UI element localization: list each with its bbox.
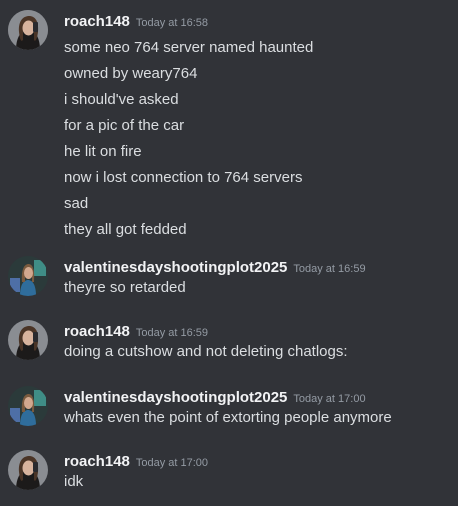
timestamp: Today at 16:58 [135, 17, 209, 29]
timestamp: Today at 16:59 [293, 263, 366, 275]
message-text: some neo 764 server named haunted [64, 39, 314, 56]
valentines-avatar-icon [8, 256, 48, 296]
timestamp: Today at 17:00 [135, 457, 209, 469]
username[interactable]: roach148 [64, 453, 130, 470]
message-text: whats even the point of extorting people… [64, 409, 392, 426]
avatar[interactable] [8, 450, 48, 490]
message-text: he lit on fire [64, 143, 142, 160]
avatar[interactable] [8, 10, 48, 50]
message-content: some neo 764 server named haunted owned … [64, 38, 450, 246]
avatar[interactable] [8, 320, 48, 360]
avatar[interactable] [8, 256, 48, 296]
message-content: theyre so retarded [64, 278, 450, 304]
message-text: idk [64, 473, 84, 490]
message-content: whats even the point of extorting people… [64, 408, 450, 434]
message-header: valentinesdayshootingplot2025 Today at 17… [64, 388, 366, 409]
valentines-avatar-icon [8, 386, 48, 426]
message-text: for a pic of the car [64, 117, 185, 134]
username[interactable]: roach148 [64, 323, 130, 340]
timestamp: Today at 16:59 [135, 327, 209, 339]
message-text: doing a cutshow and not deleting chatlog… [64, 343, 348, 360]
message-header: valentinesdayshootingplot2025 Today at 16… [64, 258, 366, 279]
chat-message-list: roach148 Today at 16:58 some neo 764 serv… [0, 0, 458, 506]
username[interactable]: valentinesdayshootingplot2025 [64, 389, 287, 406]
username[interactable]: valentinesdayshootingplot2025 [64, 259, 287, 276]
username[interactable]: roach148 [64, 13, 130, 30]
message-header: roach148 Today at 16:59 [64, 322, 208, 343]
roach-avatar-icon [8, 320, 48, 360]
message-text: i should've asked [64, 91, 179, 108]
message-text: theyre so retarded [64, 279, 186, 296]
avatar[interactable] [8, 386, 48, 426]
timestamp: Today at 17:00 [293, 393, 366, 405]
message-content: doing a cutshow and not deleting chatlog… [64, 342, 450, 368]
message-text: now i lost connection to 764 servers [64, 169, 303, 186]
message-content: idk [64, 472, 450, 498]
message-header: roach148 Today at 17:00 [64, 452, 208, 473]
roach-avatar-icon [8, 10, 48, 50]
message-text: they all got fedded [64, 221, 187, 238]
message-header: roach148 Today at 16:58 [64, 12, 208, 33]
message-text: owned by weary764 [64, 65, 198, 82]
message-text: sad [64, 195, 89, 212]
roach-avatar-icon [8, 450, 48, 490]
